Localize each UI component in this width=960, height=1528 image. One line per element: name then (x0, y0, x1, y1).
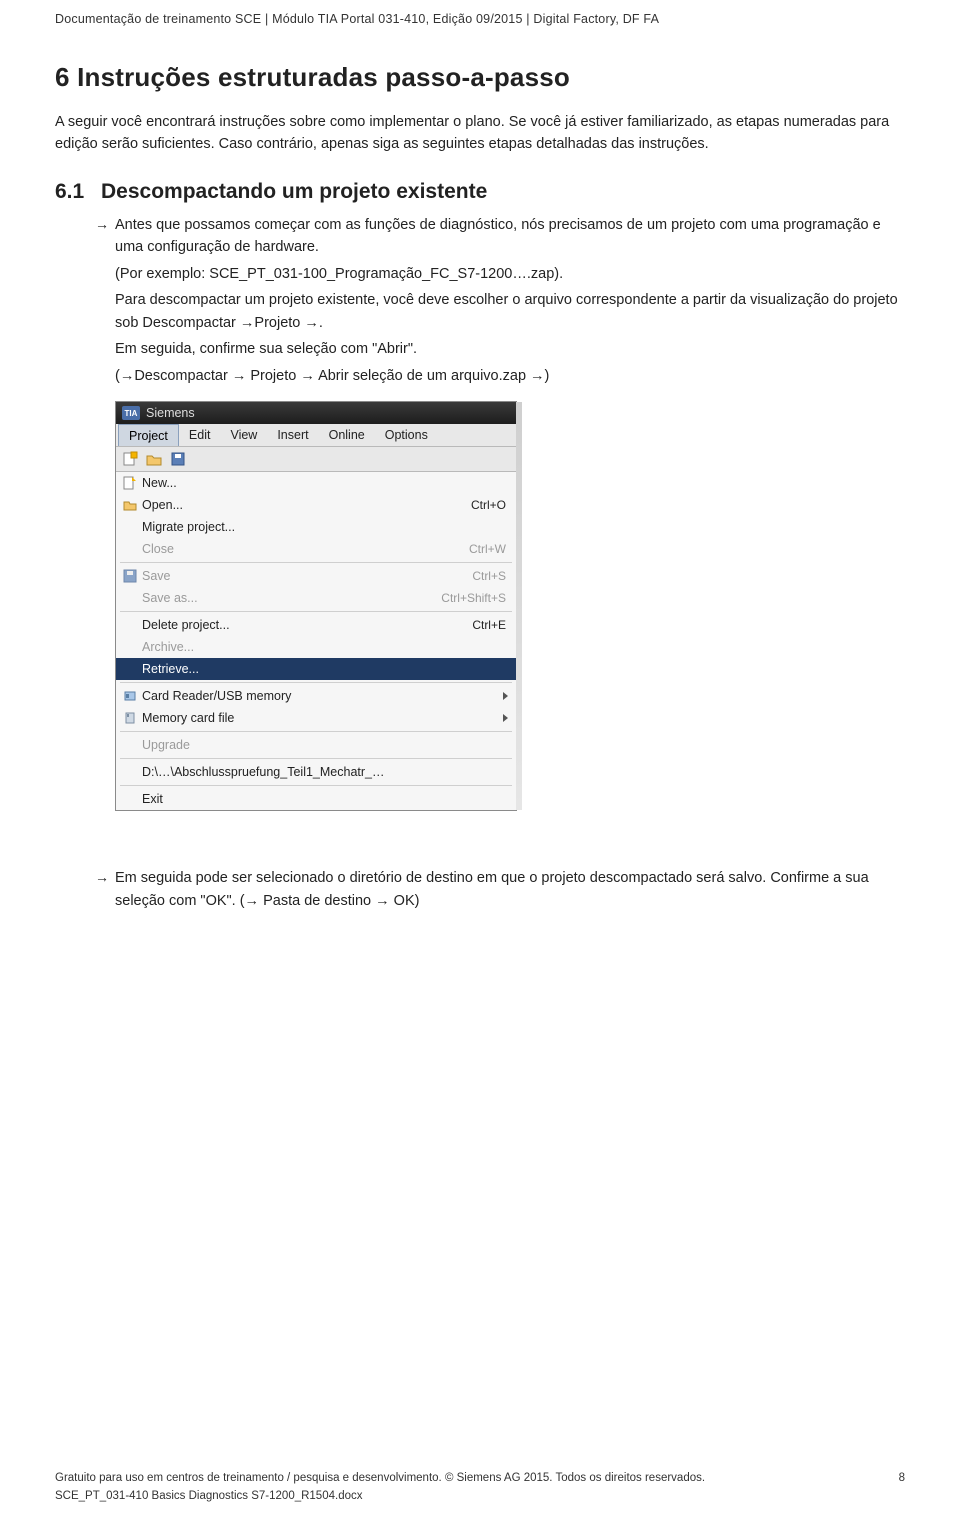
menu-separator (120, 611, 512, 612)
menu-item-save: Save Ctrl+S (116, 565, 516, 587)
doc-header: Documentação de treinamento SCE | Módulo… (55, 12, 905, 26)
step-1-line-4: Em seguida, confirme sua seleção com "Ab… (115, 338, 905, 360)
step-1-line-3: Para descompactar um projeto existente, … (115, 289, 905, 334)
app-title: Siemens (146, 406, 195, 420)
menu-item-shortcut: Ctrl+E (472, 618, 506, 632)
page-footer: Gratuito para uso em centros de treiname… (55, 1472, 905, 1502)
menu-item-label: Open... (142, 498, 183, 512)
footer-docname: SCE_PT_031-410 Basics Diagnostics S7-120… (55, 1490, 905, 1502)
app-menubar: Project Edit View Insert Online Options (116, 424, 516, 447)
menu-online[interactable]: Online (319, 424, 375, 446)
menu-item-d-abschlusspruefung-teil1-mechatr[interactable]: D:\…\Abschlusspruefung_Teil1_Mechatr_… (116, 761, 516, 783)
menu-item-retrieve[interactable]: Retrieve... (116, 658, 516, 680)
heading-2-number: 6.1 (55, 180, 101, 204)
menu-item-label: Save (142, 569, 171, 583)
menu-item-shortcut: Ctrl+W (469, 542, 506, 556)
menu-item-label: New... (142, 476, 177, 490)
app-toolbar (116, 447, 516, 472)
step-1: → Antes que possamos começar com as funç… (55, 214, 905, 387)
menu-item-label: Retrieve... (142, 662, 199, 676)
page-number: 8 (899, 1472, 905, 1484)
menu-project[interactable]: Project (118, 424, 179, 446)
toolbar-new-icon[interactable] (122, 451, 138, 467)
menu-separator (120, 682, 512, 683)
intro-paragraph: A seguir você encontrará instruções sobr… (55, 111, 905, 156)
step-2: → Em seguida pode ser selecionado o dire… (55, 867, 905, 912)
step-1-line-2: (Por exemplo: SCE_PT_031-100_Programação… (115, 263, 905, 285)
menu-item-label: Delete project... (142, 618, 230, 632)
open-icon (122, 497, 138, 513)
arrow-icon: → (95, 216, 109, 232)
menu-item-card-reader-usb-memory[interactable]: Card Reader/USB memory (116, 685, 516, 707)
menu-view[interactable]: View (220, 424, 267, 446)
memcard-icon (122, 710, 138, 726)
menu-item-upgrade: Upgrade (116, 734, 516, 756)
menu-item-label: D:\…\Abschlusspruefung_Teil1_Mechatr_… (142, 765, 384, 779)
menu-separator (120, 785, 512, 786)
menu-item-migrate-project[interactable]: Migrate project... (116, 516, 516, 538)
menu-item-exit[interactable]: Exit (116, 788, 516, 810)
step-1-line-5: (→Descompactar → Projeto → Abrir seleção… (115, 365, 905, 387)
menu-item-shortcut: Ctrl+S (472, 569, 506, 583)
menu-item-save-as: Save as... Ctrl+Shift+S (116, 587, 516, 609)
menu-options[interactable]: Options (375, 424, 438, 446)
card-icon (122, 688, 138, 704)
menu-item-label: Memory card file (142, 711, 234, 725)
menu-separator (120, 758, 512, 759)
toolbar-open-icon[interactable] (146, 451, 162, 467)
menu-item-label: Migrate project... (142, 520, 235, 534)
save-icon (122, 568, 138, 584)
menu-item-open[interactable]: Open... Ctrl+O (116, 494, 516, 516)
app-title-bar: TIA Siemens (116, 402, 516, 424)
toolbar-save-icon[interactable] (170, 451, 186, 467)
menu-separator (120, 731, 512, 732)
menu-item-delete-project[interactable]: Delete project... Ctrl+E (116, 614, 516, 636)
menu-item-label: Close (142, 542, 174, 556)
heading-2-text: Descompactando um projeto existente (101, 180, 487, 204)
menu-item-label: Save as... (142, 591, 198, 605)
menu-item-label: Exit (142, 792, 163, 806)
menu-item-label: Card Reader/USB memory (142, 689, 291, 703)
menu-item-archive: Archive... (116, 636, 516, 658)
menu-item-close: Close Ctrl+W (116, 538, 516, 560)
menu-edit[interactable]: Edit (179, 424, 221, 446)
menu-insert[interactable]: Insert (267, 424, 318, 446)
menu-item-memory-card-file[interactable]: Memory card file (116, 707, 516, 729)
new-icon (122, 475, 138, 491)
project-dropdown: New... Open... Ctrl+O Migrate project... Clo… (116, 472, 516, 810)
heading-2: 6.1 Descompactando um projeto existente (55, 180, 905, 204)
menu-item-label: Upgrade (142, 738, 190, 752)
menu-item-shortcut: Ctrl+Shift+S (441, 591, 506, 605)
menu-item-shortcut: Ctrl+O (471, 498, 506, 512)
step-2-line-1: Em seguida pode ser selecionado o diretó… (115, 867, 905, 912)
menu-item-new[interactable]: New... (116, 472, 516, 494)
menu-separator (120, 562, 512, 563)
tia-logo-icon: TIA (122, 406, 140, 420)
menu-item-label: Archive... (142, 640, 194, 654)
tia-portal-screenshot: TIA Siemens Project Edit View Insert Onl… (115, 401, 517, 811)
arrow-icon: → (95, 869, 109, 885)
step-1-line-1: Antes que possamos começar com as funçõe… (115, 214, 905, 259)
footer-text: Gratuito para uso em centros de treiname… (55, 1472, 705, 1484)
heading-1: 6 Instruções estruturadas passo-a-passo (55, 62, 905, 93)
